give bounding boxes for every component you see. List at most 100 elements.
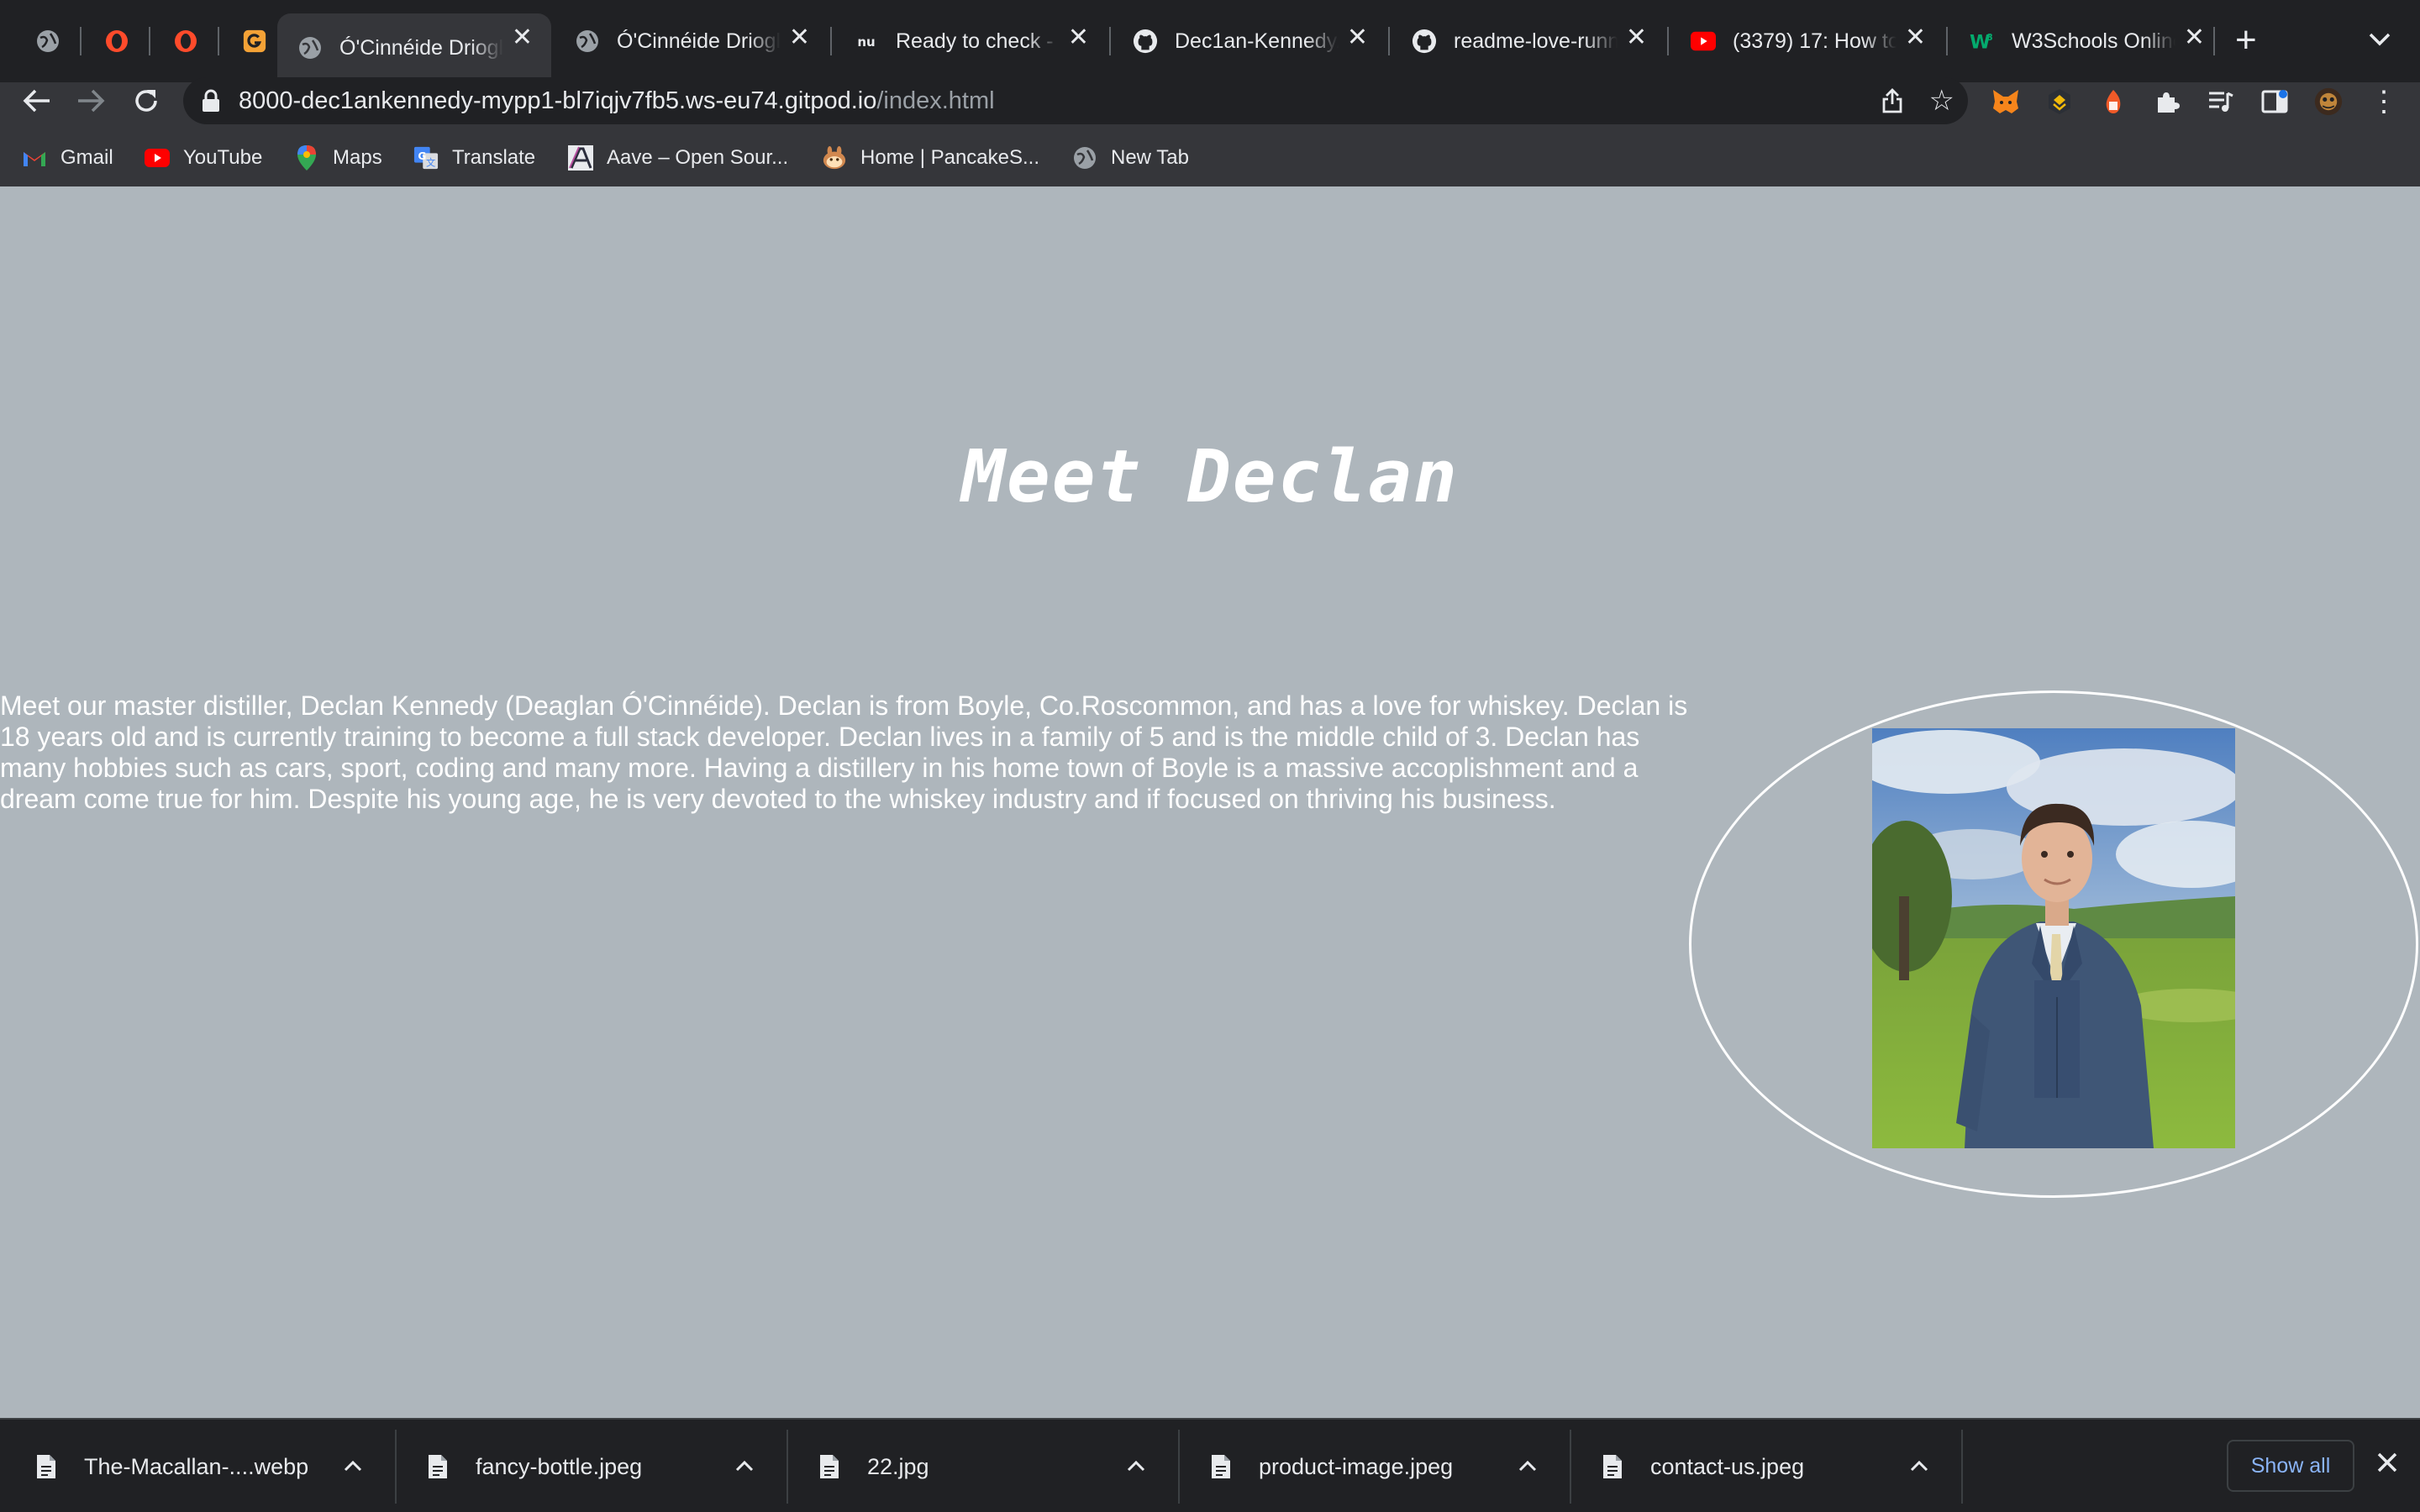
chevron-up-icon[interactable] bbox=[1518, 1452, 1538, 1478]
show-all-downloads-button[interactable]: Show all bbox=[2227, 1440, 2354, 1492]
chevron-up-icon[interactable] bbox=[343, 1452, 363, 1478]
bookmark-translate[interactable]: G文 Translate bbox=[413, 143, 535, 173]
tab-title: Ó'Cinnéide Driogl bbox=[617, 29, 781, 53]
svg-text:文: 文 bbox=[426, 156, 435, 168]
globe-icon bbox=[1072, 145, 1097, 171]
extensions-puzzle-icon[interactable] bbox=[2153, 87, 2181, 116]
chevron-up-icon[interactable] bbox=[734, 1452, 755, 1478]
tab-pinned-2[interactable] bbox=[84, 13, 146, 69]
close-tab-icon[interactable]: ✕ bbox=[1905, 25, 1926, 50]
tab-pinned-3[interactable] bbox=[153, 13, 215, 69]
tab-active[interactable]: Ó'Cinnéide Driogl ✕ bbox=[277, 13, 551, 82]
extension-fire-icon[interactable] bbox=[2099, 87, 2128, 116]
close-tab-icon[interactable]: ✕ bbox=[789, 25, 810, 50]
tab-title: Ready to check - bbox=[896, 29, 1054, 53]
download-separator bbox=[1961, 1430, 1963, 1504]
bookmark-pancakeswap[interactable]: Home | PancakeS... bbox=[822, 143, 1039, 173]
profile-avatar[interactable] bbox=[2314, 87, 2343, 116]
download-item[interactable]: product-image.jpeg bbox=[1175, 1420, 1566, 1512]
close-tab-icon[interactable]: ✕ bbox=[1068, 25, 1089, 50]
bookmark-label: Gmail bbox=[60, 146, 113, 169]
nu-icon: nu bbox=[854, 29, 879, 54]
tab[interactable]: readme-love-runn ✕ bbox=[1392, 13, 1665, 69]
download-item[interactable]: contact-us.jpeg bbox=[1566, 1420, 1958, 1512]
tab[interactable]: Ó'Cinnéide Driogl ✕ bbox=[555, 13, 829, 69]
chevron-up-icon[interactable] bbox=[1909, 1452, 1929, 1478]
file-icon bbox=[820, 1455, 839, 1478]
url-text: 8000-dec1ankennedy-mypp1-bl7iqjv7fb5.ws-… bbox=[239, 87, 995, 115]
bookmark-maps[interactable]: Maps bbox=[294, 143, 382, 173]
tab[interactable]: (3379) 17: How to ✕ bbox=[1670, 13, 1944, 69]
bookmark-youtube[interactable]: YouTube bbox=[145, 143, 262, 173]
tab-separator bbox=[149, 27, 150, 55]
bookmark-aave[interactable]: Aave – Open Sour... bbox=[568, 143, 788, 173]
bookmark-label: Maps bbox=[333, 146, 382, 169]
download-filename: fancy-bottle.jpeg bbox=[476, 1453, 643, 1479]
download-item[interactable]: 22.jpg bbox=[783, 1420, 1175, 1512]
bookmark-label: Aave – Open Sour... bbox=[607, 146, 789, 169]
download-filename: product-image.jpeg bbox=[1259, 1453, 1454, 1479]
metamask-icon[interactable] bbox=[1991, 87, 2020, 116]
chrome-menu-icon[interactable]: ⋮ bbox=[2370, 86, 2398, 118]
bookmark-star-icon[interactable]: ☆ bbox=[1929, 84, 1954, 118]
download-filename: The-Macallan-....webp bbox=[84, 1453, 309, 1479]
binance-wallet-icon[interactable] bbox=[2045, 87, 2074, 116]
address-bar[interactable]: 8000-dec1ankennedy-mypp1-bl7iqjv7fb5.ws-… bbox=[183, 77, 1968, 124]
youtube-icon bbox=[145, 145, 170, 171]
youtube-icon bbox=[1691, 29, 1716, 54]
side-panel-icon[interactable] bbox=[2260, 87, 2289, 116]
file-icon bbox=[1603, 1455, 1622, 1478]
aave-icon bbox=[568, 145, 593, 171]
declan-portrait-photo bbox=[1872, 728, 2235, 1148]
downloads-bar: The-Macallan-....webp fancy-bottle.jpeg … bbox=[0, 1418, 2420, 1512]
tab[interactable]: Dec1an-Kennedy/ ✕ bbox=[1113, 13, 1386, 69]
tab-separator bbox=[1109, 27, 1111, 55]
tab-title: Dec1an-Kennedy/ bbox=[1175, 29, 1339, 53]
bookmark-new-tab[interactable]: New Tab bbox=[1072, 143, 1189, 173]
svg-text:3: 3 bbox=[1987, 33, 1993, 43]
bookmark-gmail[interactable]: Gmail bbox=[22, 143, 113, 173]
tab-separator bbox=[1388, 27, 1390, 55]
close-tab-icon[interactable]: ✕ bbox=[512, 25, 533, 50]
tab-pinned-1[interactable] bbox=[15, 13, 77, 69]
opera-icon bbox=[104, 29, 129, 54]
url-host: 8000-dec1ankennedy-mypp1-bl7iqjv7fb5.ws-… bbox=[239, 87, 877, 114]
translate-icon: G文 bbox=[413, 145, 439, 171]
tab-title: (3379) 17: How to bbox=[1733, 29, 1897, 53]
close-downloads-icon[interactable] bbox=[2375, 1448, 2400, 1482]
tab[interactable]: W3 W3Schools Online ✕ bbox=[1949, 13, 2223, 69]
tab[interactable]: nu Ready to check - ✕ bbox=[834, 13, 1107, 69]
tab-separator bbox=[2213, 27, 2215, 55]
download-item[interactable]: fancy-bottle.jpeg bbox=[392, 1420, 783, 1512]
opera-icon bbox=[173, 29, 198, 54]
lock-icon[interactable] bbox=[202, 89, 224, 113]
tab-pinned-4[interactable] bbox=[222, 13, 276, 69]
forward-arrow-icon[interactable] bbox=[71, 81, 111, 121]
tab-title: W3Schools Online bbox=[2012, 29, 2175, 53]
close-tab-icon[interactable]: ✕ bbox=[1626, 25, 1647, 50]
tab-separator bbox=[830, 27, 832, 55]
bookmark-label: Home | PancakeS... bbox=[860, 146, 1039, 169]
bookmarks-bar: Gmail YouTube Maps G文 Translate Aave – O… bbox=[0, 134, 2420, 181]
download-filename: 22.jpg bbox=[867, 1453, 929, 1479]
share-icon[interactable] bbox=[1881, 87, 1904, 118]
close-tab-icon[interactable]: ✕ bbox=[2184, 25, 2205, 50]
globe-icon bbox=[35, 29, 60, 54]
url-path: /index.html bbox=[876, 87, 995, 114]
tab-title: Ó'Cinnéide Driogl bbox=[339, 35, 503, 60]
reload-icon[interactable] bbox=[126, 81, 166, 121]
tab-separator bbox=[218, 27, 219, 55]
svg-text:nu: nu bbox=[857, 34, 875, 50]
download-item[interactable]: The-Macallan-....webp bbox=[0, 1420, 392, 1512]
media-controls-icon[interactable] bbox=[2207, 87, 2235, 116]
github-icon bbox=[1133, 29, 1158, 54]
bookmark-label: Translate bbox=[452, 146, 536, 169]
gmail-icon bbox=[22, 145, 47, 171]
new-tab-plus-icon[interactable]: + bbox=[2235, 22, 2257, 59]
chevron-up-icon[interactable] bbox=[1126, 1452, 1146, 1478]
back-arrow-icon[interactable] bbox=[17, 81, 57, 121]
tab-separator bbox=[80, 27, 82, 55]
tab-search-chevron-icon[interactable] bbox=[2368, 25, 2391, 54]
close-tab-icon[interactable]: ✕ bbox=[1347, 25, 1368, 50]
grammarly-icon bbox=[242, 29, 267, 54]
